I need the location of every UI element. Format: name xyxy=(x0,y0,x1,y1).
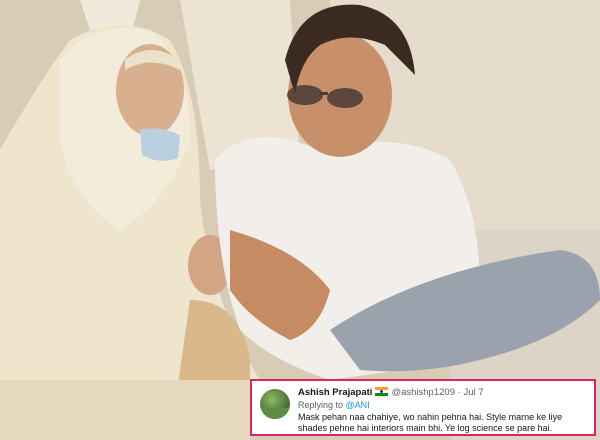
tweet-card[interactable]: Ashish Prajapati @ashishp1209 · Jul 7 Rep… xyxy=(250,379,596,436)
user-handle[interactable]: @ashishp1209 xyxy=(391,387,455,398)
tweet-text: Mask pehan naa chahiye, wo nahin pehna h… xyxy=(298,412,563,433)
replying-to-line: Replying to @ANI xyxy=(298,399,586,411)
separator-dot: · xyxy=(457,387,461,398)
user-display-name[interactable]: Ashish Prajapati xyxy=(298,387,372,398)
background-photo xyxy=(0,0,600,440)
tweet-header: Ashish Prajapati @ashishp1209 · Jul 7 xyxy=(298,387,586,398)
user-avatar[interactable] xyxy=(260,389,290,419)
india-flag-icon xyxy=(375,387,389,396)
replying-to-label: Replying to xyxy=(298,400,344,410)
replying-to-mention[interactable]: @ANI xyxy=(346,400,370,410)
tweet-date[interactable]: Jul 7 xyxy=(463,387,483,398)
